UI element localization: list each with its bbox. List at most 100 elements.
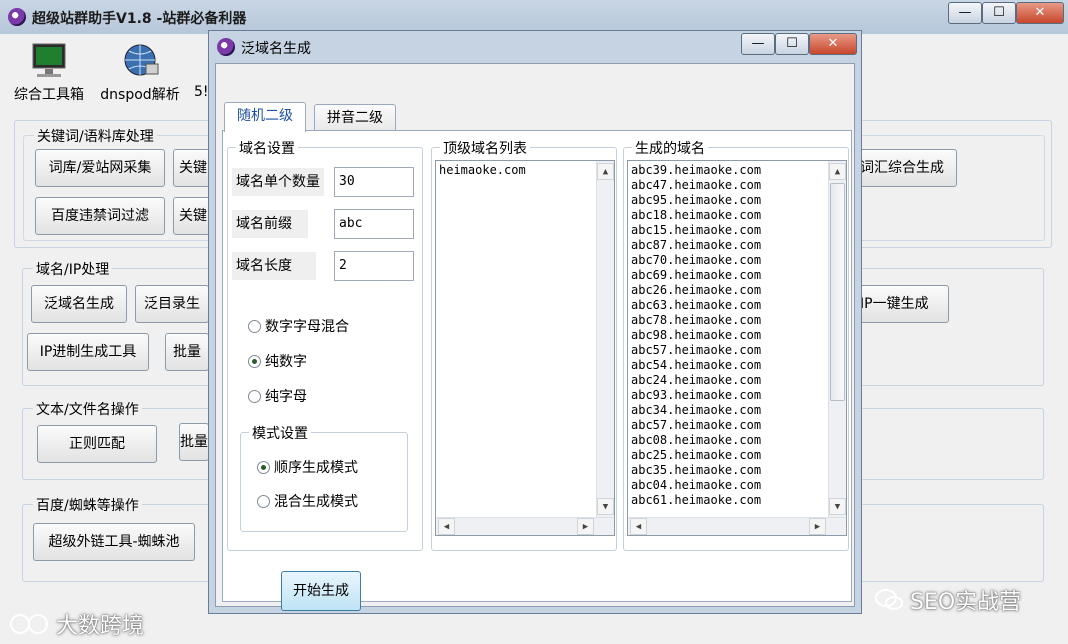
batch-rename-button[interactable]: 批量 <box>179 423 209 461</box>
main-close-button[interactable]: ✕ <box>1016 2 1064 24</box>
dnspod-label: dnspod解析 <box>100 87 180 103</box>
generated-domain-item[interactable]: abc61.heimaoke.com <box>631 493 843 508</box>
main-titlebar[interactable]: 超级站群助手V1.8 -站群必备利器 — ☐ ✕ <box>0 0 1068 34</box>
keyword-button-2[interactable]: 关键 <box>173 197 213 235</box>
app-icon <box>8 8 26 26</box>
watermark-right-text: SEO实战营 <box>910 590 1022 615</box>
top-domains-vscroll[interactable]: ▲ ▼ <box>596 161 614 517</box>
scroll-left-arrow-icon[interactable]: ◀ <box>630 518 647 535</box>
radio-sequential-label: 顺序生成模式 <box>274 460 358 476</box>
generated-domains-title: 生成的域名 <box>632 138 708 158</box>
baidu-banned-filter-button[interactable]: 百度违禁词过滤 <box>35 197 165 235</box>
watermark-left-text: 大数跨境 <box>56 614 145 639</box>
top-domains-hscroll[interactable]: ◀ ▶ <box>436 517 614 535</box>
scroll-down-arrow-icon[interactable]: ▼ <box>829 498 846 515</box>
generated-domain-item[interactable]: abc70.heimaoke.com <box>631 253 843 268</box>
radio-sequential[interactable]: 顺序生成模式 <box>257 457 358 477</box>
scroll-up-arrow-icon[interactable]: ▲ <box>829 163 846 180</box>
pan-domain-button[interactable]: 泛域名生成 <box>31 285 127 323</box>
top-domains-title: 顶级域名列表 <box>440 138 530 158</box>
dialog-titlebar[interactable]: 泛域名生成 — ☐ ✕ <box>209 31 861 63</box>
keyword-button-1[interactable]: 关键 <box>173 149 213 187</box>
third-tool-label[interactable]: 5! <box>194 84 208 100</box>
wechat-icon <box>875 589 903 610</box>
generated-domain-item[interactable]: abc98.heimaoke.com <box>631 328 843 343</box>
generated-domains-list[interactable]: abc39.heimaoke.com abc47.heimaoke.com abc9… <box>627 160 847 536</box>
domain-settings-fieldset: 域名设置 域名单个数量 30 域名前缀 abc 域名长度 2 数字字母混合 纯数… <box>227 138 423 551</box>
generated-domain-item[interactable]: abc78.heimaoke.com <box>631 313 843 328</box>
generated-domain-item[interactable]: abc54.heimaoke.com <box>631 358 843 373</box>
baidu-spider-group-title: 百度/蜘蛛等操作 <box>33 495 142 515</box>
top-domain-item[interactable]: heimaoke.com <box>436 161 614 180</box>
main-minimize-button[interactable]: — <box>948 2 982 24</box>
mode-settings-fieldset: 模式设置 顺序生成模式 混合生成模式 <box>240 423 408 532</box>
generated-domain-item[interactable]: abc57.heimaoke.com <box>631 343 843 358</box>
radio-digits-label: 纯数字 <box>265 354 307 370</box>
super-link-spider-button[interactable]: 超级外链工具-蜘蛛池 <box>33 523 195 561</box>
dialog-close-button[interactable]: ✕ <box>809 33 857 55</box>
ciku-collect-button[interactable]: 词库/爱站网采集 <box>35 149 165 187</box>
radio-letters[interactable]: 纯字母 <box>248 386 307 406</box>
generated-domain-item[interactable]: abc25.heimaoke.com <box>631 448 843 463</box>
count-input[interactable]: 30 <box>334 167 414 197</box>
generated-domain-item[interactable]: abc15.heimaoke.com <box>631 223 843 238</box>
pan-dir-button[interactable]: 泛目录生 <box>135 285 209 323</box>
generated-domain-item[interactable]: abc93.heimaoke.com <box>631 388 843 403</box>
dnspod-tool[interactable]: dnspod解析 <box>98 42 182 104</box>
count-label: 域名单个数量 <box>232 168 324 196</box>
main-maximize-button[interactable]: ☐ <box>982 2 1016 24</box>
scroll-right-arrow-icon[interactable]: ▶ <box>809 518 826 535</box>
prefix-input[interactable]: abc <box>334 209 414 239</box>
radio-letters-dot[interactable] <box>248 389 261 403</box>
scroll-left-arrow-icon[interactable]: ◀ <box>438 518 455 535</box>
generated-hscroll[interactable]: ◀ ▶ <box>628 517 846 535</box>
tab-pinyin-subdomain[interactable]: 拼音二级 <box>314 104 396 132</box>
batch-button[interactable]: 批量 <box>165 333 209 371</box>
dialog-title: 泛域名生成 <box>241 41 311 57</box>
generated-vscroll[interactable]: ▲ ▼ <box>828 161 846 517</box>
radio-alnum-label: 数字字母混合 <box>265 319 349 335</box>
radio-alnum[interactable]: 数字字母混合 <box>248 316 349 336</box>
ip-radix-button[interactable]: IP进制生成工具 <box>27 333 149 371</box>
dialog-minimize-button[interactable]: — <box>741 33 775 55</box>
generated-domain-item[interactable]: abc18.heimaoke.com <box>631 208 843 223</box>
generated-domain-item[interactable]: abc24.heimaoke.com <box>631 373 843 388</box>
mode-settings-title: 模式设置 <box>249 423 311 443</box>
scroll-right-arrow-icon[interactable]: ▶ <box>577 518 594 535</box>
length-input[interactable]: 2 <box>334 251 414 281</box>
dialog-maximize-button[interactable]: ☐ <box>775 33 809 55</box>
generated-items: abc39.heimaoke.com abc47.heimaoke.com abc9… <box>628 161 846 510</box>
generated-domain-item[interactable]: abc87.heimaoke.com <box>631 238 843 253</box>
ip-onekey-button[interactable]: IP一键生成 <box>855 285 949 323</box>
scroll-down-arrow-icon[interactable]: ▼ <box>597 498 614 515</box>
scroll-up-arrow-icon[interactable]: ▲ <box>597 163 614 180</box>
generated-domain-item[interactable]: abc57.heimaoke.com <box>631 418 843 433</box>
generated-domain-item[interactable]: abc63.heimaoke.com <box>631 298 843 313</box>
keywords-group-title: 关键词/语料库处理 <box>34 126 157 146</box>
radio-digits[interactable]: 纯数字 <box>248 351 307 371</box>
radio-mixed-dot[interactable] <box>257 494 270 508</box>
generated-domain-item[interactable]: abc04.heimaoke.com <box>631 478 843 493</box>
generated-domain-item[interactable]: abc08.heimaoke.com <box>631 433 843 448</box>
generated-domain-item[interactable]: abc26.heimaoke.com <box>631 283 843 298</box>
generated-domain-item[interactable]: abc95.heimaoke.com <box>631 193 843 208</box>
generated-domain-item[interactable]: abc34.heimaoke.com <box>631 403 843 418</box>
radio-sequential-dot[interactable] <box>257 460 270 474</box>
top-domains-list[interactable]: heimaoke.com ▲ ▼ ◀ ▶ <box>435 160 615 536</box>
radio-digits-dot[interactable] <box>248 354 261 368</box>
radio-mixed[interactable]: 混合生成模式 <box>257 491 358 511</box>
tab-random-subdomain[interactable]: 随机二级 <box>224 102 306 132</box>
radio-alnum-dot[interactable] <box>248 319 261 333</box>
generated-domain-item[interactable]: abc69.heimaoke.com <box>631 268 843 283</box>
toolbox-label: 综合工具箱 <box>14 87 84 103</box>
start-generate-button[interactable]: 开始生成 <box>281 571 361 611</box>
domain-ip-group-title: 域名/IP处理 <box>33 259 113 279</box>
generated-domains-fieldset: 生成的域名 abc39.heimaoke.com abc47.heimaoke.c… <box>623 138 849 551</box>
vocab-generate-button[interactable]: 词汇综合生成 <box>855 149 957 187</box>
generated-domain-item[interactable]: abc35.heimaoke.com <box>631 463 843 478</box>
generated-scroll-thumb[interactable] <box>830 183 845 401</box>
toolbox-tool[interactable]: 综合工具箱 <box>8 42 90 104</box>
generated-domain-item[interactable]: abc39.heimaoke.com <box>631 163 843 178</box>
regex-match-button[interactable]: 正则匹配 <box>37 425 157 463</box>
generated-domain-item[interactable]: abc47.heimaoke.com <box>631 178 843 193</box>
